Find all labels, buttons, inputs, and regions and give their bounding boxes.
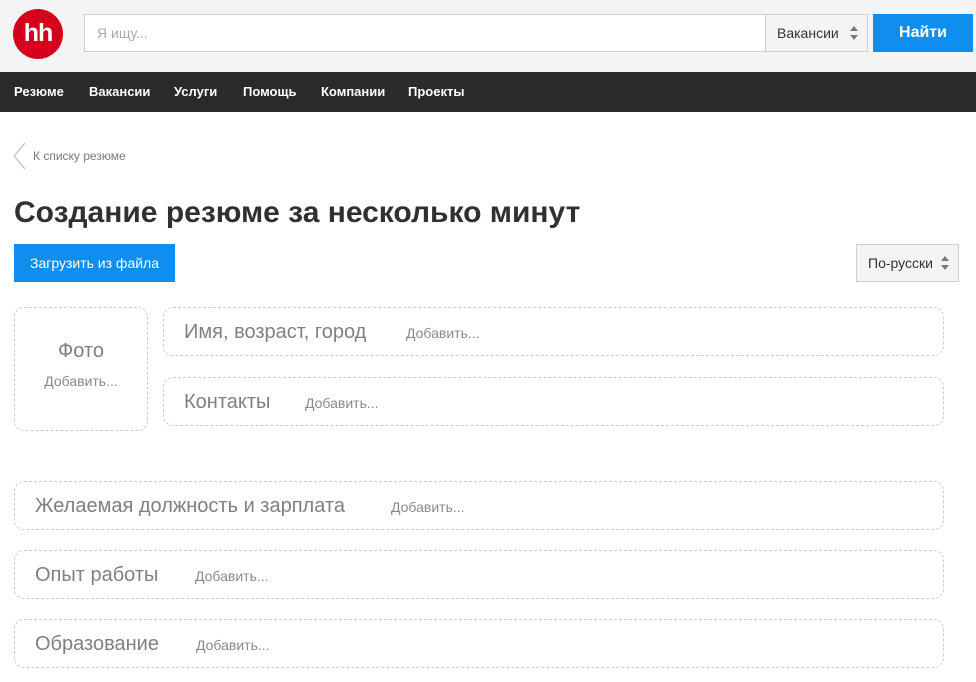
language-value: По-русски xyxy=(868,255,933,271)
contacts-block[interactable]: Контакты Добавить... xyxy=(163,377,944,426)
chevron-left-icon xyxy=(13,142,26,170)
nav-item-help[interactable]: Помощь xyxy=(243,72,296,112)
work-experience-add-link[interactable]: Добавить... xyxy=(195,568,269,584)
search-category-value: Вакансии xyxy=(777,25,839,41)
personal-info-title: Имя, возраст, город xyxy=(184,321,367,343)
updown-arrows-icon xyxy=(850,26,858,40)
photo-block[interactable]: Фото Добавить... xyxy=(14,307,148,431)
site-header: hh Вакансии Найти xyxy=(0,0,976,72)
search-input[interactable] xyxy=(84,14,766,52)
personal-info-block[interactable]: Имя, возраст, город Добавить... xyxy=(163,307,944,356)
contacts-add-link[interactable]: Добавить... xyxy=(305,395,379,411)
work-experience-block[interactable]: Опыт работы Добавить... xyxy=(14,550,944,599)
upload-from-file-button[interactable]: Загрузить из файла xyxy=(14,244,175,282)
desired-position-title: Желаемая должность и зарплата xyxy=(35,495,345,517)
personal-info-add-link[interactable]: Добавить... xyxy=(406,325,480,341)
contacts-title: Контакты xyxy=(184,391,271,413)
desired-position-block[interactable]: Желаемая должность и зарплата Добавить..… xyxy=(14,481,944,530)
education-add-link[interactable]: Добавить... xyxy=(196,637,270,653)
desired-position-add-link[interactable]: Добавить... xyxy=(391,499,465,515)
updown-arrows-icon xyxy=(941,256,949,270)
work-experience-title: Опыт работы xyxy=(35,564,159,586)
hh-logo[interactable]: hh xyxy=(13,9,63,59)
nav-item-resume[interactable]: Резюме xyxy=(14,72,64,112)
search-category-select[interactable]: Вакансии xyxy=(765,14,868,52)
education-title: Образование xyxy=(35,633,159,655)
nav-item-services[interactable]: Услуги xyxy=(174,72,217,112)
breadcrumb-label: К списку резюме xyxy=(33,149,126,163)
language-select[interactable]: По-русски xyxy=(856,244,959,282)
find-button[interactable]: Найти xyxy=(873,14,973,52)
nav-item-projects[interactable]: Проекты xyxy=(408,72,464,112)
photo-add-link[interactable]: Добавить... xyxy=(15,373,147,389)
page-title: Создание резюме за несколько минут xyxy=(14,196,581,229)
education-block[interactable]: Образование Добавить... xyxy=(14,619,944,668)
nav-item-companies[interactable]: Компании xyxy=(321,72,385,112)
main-nav: Резюме Вакансии Услуги Помощь Компании П… xyxy=(0,72,976,112)
photo-title: Фото xyxy=(58,340,104,362)
nav-item-vacancies[interactable]: Вакансии xyxy=(89,72,150,112)
